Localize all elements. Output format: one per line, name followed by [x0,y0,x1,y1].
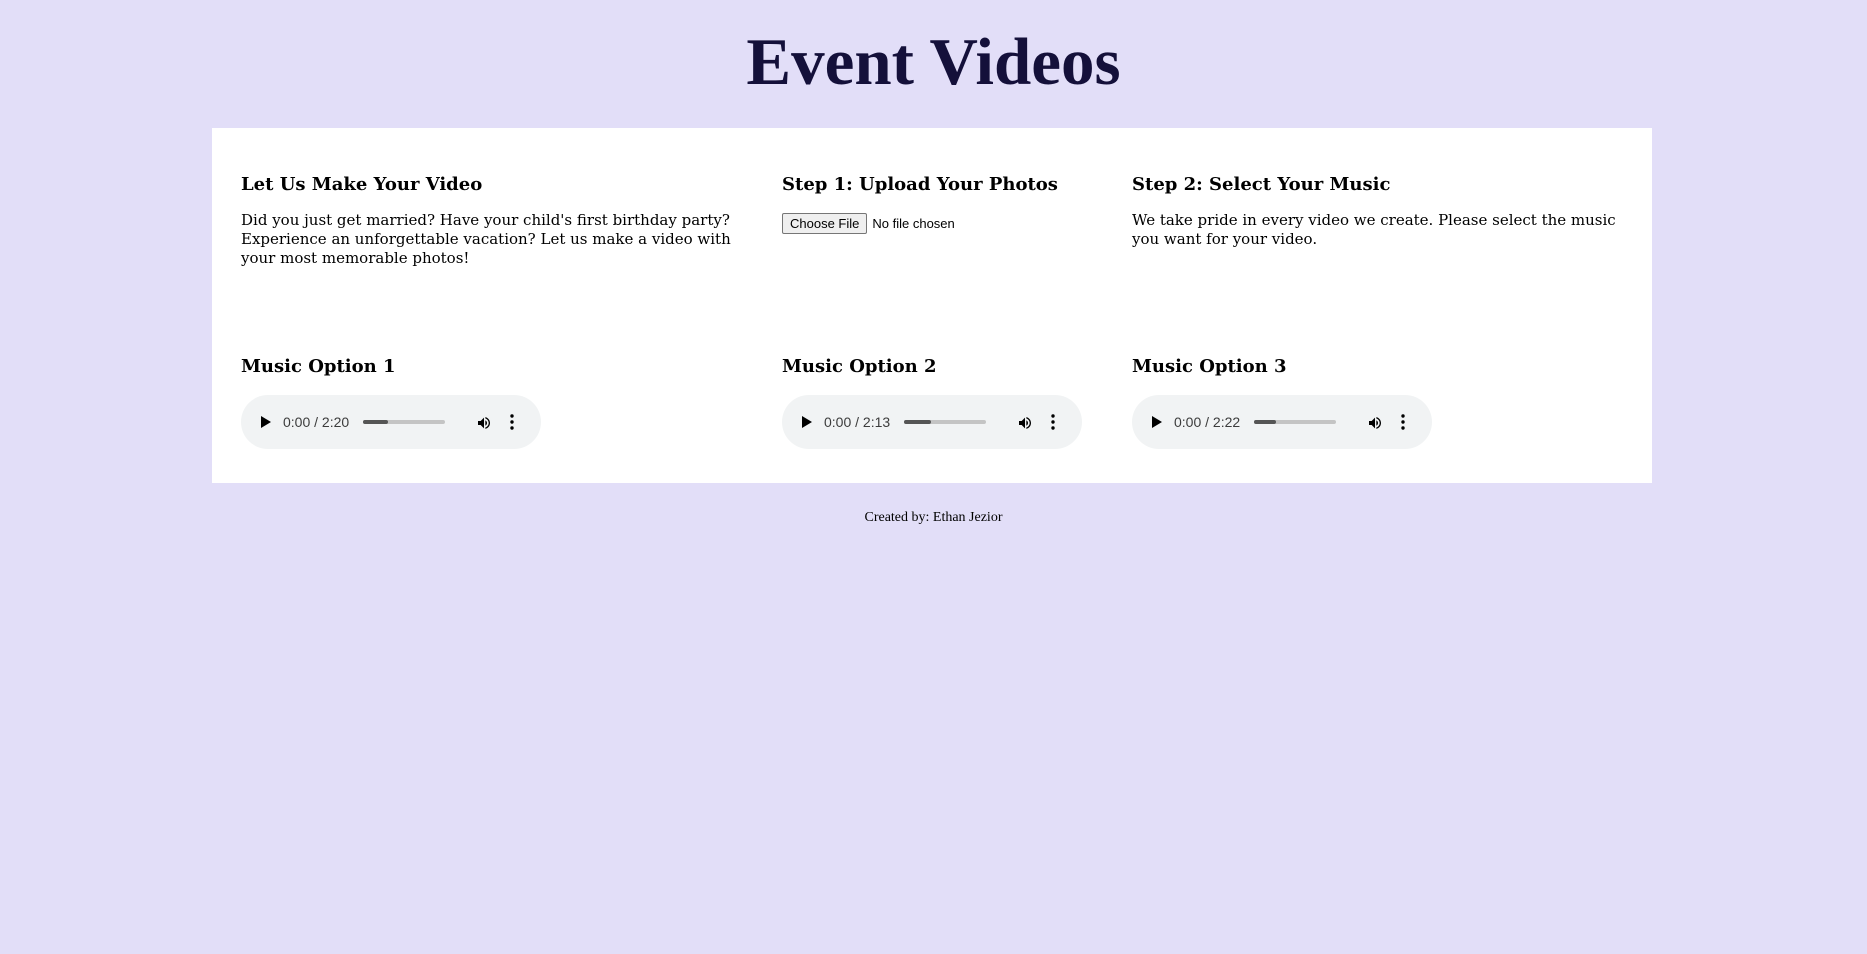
play-icon[interactable] [802,416,812,428]
footer-credit: Created by: Ethan Jezior [864,510,1003,525]
audio-time: 0:00 / 2:22 [1174,414,1241,430]
music-option-heading: Music Option 3 [1132,356,1287,377]
play-icon[interactable] [1152,416,1162,428]
volume-icon[interactable] [1017,415,1033,431]
volume-icon[interactable] [476,415,492,431]
audio-progress-fill [904,420,932,424]
music-select-heading: Step 2: Select Your Music [1132,174,1391,195]
music-option-3: Music Option 3 0:00 / 2:22 [1132,355,1432,449]
more-options-icon[interactable] [510,414,514,430]
more-options-icon[interactable] [1401,414,1405,430]
music-option-1: Music Option 1 0:00 / 2:20 [241,355,541,449]
music-select-section: Step 2: Select Your Music We take pride … [1132,173,1632,249]
music-option-heading: Music Option 1 [241,356,396,377]
intro-heading: Let Us Make Your Video [241,174,483,195]
file-status-text: No file chosen [872,216,955,231]
content-panel: Let Us Make Your Video Did you just get … [212,128,1652,483]
more-options-icon[interactable] [1051,414,1055,430]
audio-progress-fill [363,420,388,424]
audio-player: 0:00 / 2:20 [241,395,541,449]
audio-progress-bar[interactable] [363,420,446,424]
audio-progress-bar[interactable] [904,420,987,424]
audio-progress-bar[interactable] [1254,420,1337,424]
intro-text: Did you just get married? Have your chil… [241,211,731,267]
audio-progress-fill [1254,420,1277,424]
play-icon[interactable] [261,416,271,428]
file-input: Choose File No file chosen [782,213,1058,234]
upload-section: Step 1: Upload Your Photos Choose File N… [782,173,1058,234]
audio-player: 0:00 / 2:13 [782,395,1082,449]
music-option-2: Music Option 2 0:00 / 2:13 [782,355,1082,449]
choose-file-button[interactable]: Choose File [782,213,868,234]
volume-icon[interactable] [1367,415,1383,431]
audio-time: 0:00 / 2:20 [283,414,350,430]
music-select-text: We take pride in every video we create. … [1132,211,1616,248]
audio-time: 0:00 / 2:13 [824,414,891,430]
music-option-heading: Music Option 2 [782,356,937,377]
page-title: Event Videos [746,25,1121,99]
intro-section: Let Us Make Your Video Did you just get … [241,173,741,268]
audio-player: 0:00 / 2:22 [1132,395,1432,449]
upload-heading: Step 1: Upload Your Photos [782,174,1058,195]
